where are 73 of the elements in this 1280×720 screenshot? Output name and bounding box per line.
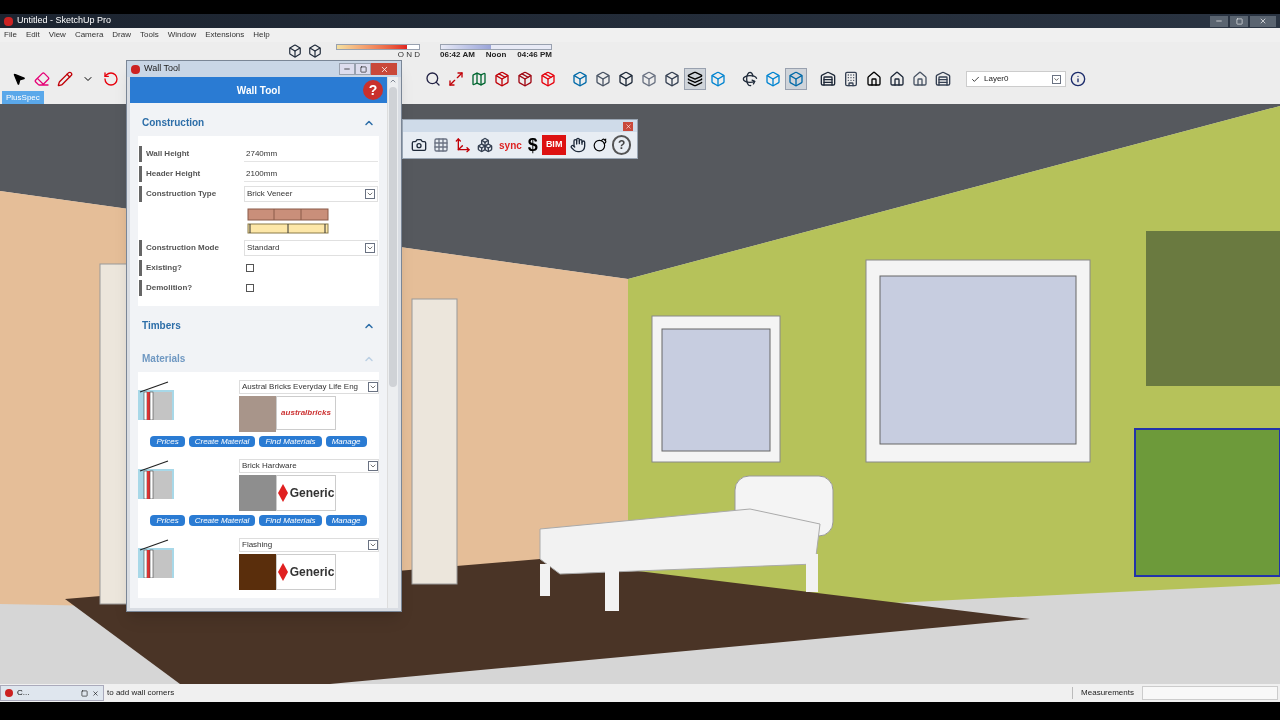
minimize-icon <box>1215 17 1223 25</box>
field-label: Construction Mode <box>146 242 219 254</box>
time-label: 04:46 PM <box>517 50 552 59</box>
restore-button[interactable] <box>1230 15 1248 27</box>
price-button[interactable]: $ <box>525 131 540 159</box>
section-heading[interactable]: Timbers <box>142 318 181 333</box>
menu-item[interactable]: Edit <box>25 29 40 41</box>
section-heading[interactable]: Construction <box>142 115 205 130</box>
minimized-window[interactable]: C... <box>0 685 104 701</box>
app-icon <box>4 16 13 26</box>
dropdown-caret-icon <box>1052 74 1061 84</box>
scroll-up-icon <box>389 77 397 85</box>
dropdown-caret-icon <box>368 461 378 471</box>
time-label: Noon <box>485 50 507 59</box>
field-label: Existing? <box>146 262 182 274</box>
app-icon <box>131 64 140 74</box>
close-icon <box>379 64 389 74</box>
time-slider-fill[interactable] <box>441 45 491 49</box>
sync-button[interactable]: sync <box>497 137 524 153</box>
close-button[interactable] <box>1250 15 1276 27</box>
dropdown-field[interactable]: Standard <box>244 240 378 256</box>
bim-button[interactable]: BIM <box>541 135 567 155</box>
brand-logo: Generic <box>289 485 335 502</box>
time-label: 06:42 AM <box>440 50 475 59</box>
brand-logo: Generic <box>289 564 335 581</box>
window-title: Wall Tool <box>144 62 180 76</box>
close-button[interactable] <box>623 121 633 131</box>
layer-dropdown[interactable]: Layer0 <box>966 71 1066 87</box>
check-icon <box>971 74 980 84</box>
measurements-label: Measurements <box>1072 687 1134 699</box>
field-label: Demolition? <box>146 282 193 294</box>
field-label: Header Height <box>146 168 201 180</box>
shadow-toggle-icon[interactable] <box>288 44 302 58</box>
menu-item[interactable]: Help <box>253 29 270 41</box>
menu-item[interactable]: Camera <box>74 29 104 41</box>
minimized-window-title: C... <box>17 687 30 699</box>
checkbox[interactable] <box>246 284 254 292</box>
minimize-icon <box>343 65 351 73</box>
status-hint: to add wall corners <box>107 687 175 699</box>
restore-icon <box>81 689 88 697</box>
measurements-field[interactable] <box>1142 686 1278 700</box>
menu-item[interactable]: View <box>48 29 66 41</box>
window-title: Untitled - SketchUp Pro <box>17 14 112 28</box>
month-slider-fill[interactable] <box>337 45 407 49</box>
panel-title: Wall Tool <box>236 83 281 98</box>
menu-item[interactable]: Window <box>167 29 197 41</box>
month-labels: O N D <box>397 50 420 59</box>
close-icon <box>92 689 99 697</box>
dropdown-field[interactable]: Brick Veneer <box>244 186 378 202</box>
brand-logo: australbricks <box>276 396 336 430</box>
close-icon <box>624 122 632 130</box>
dropdown-caret-icon <box>368 540 378 550</box>
close-icon <box>1259 17 1267 25</box>
field-label: Wall Height <box>146 148 190 160</box>
section-cube-icon[interactable] <box>785 68 807 90</box>
field-label: Construction Type <box>146 188 217 200</box>
help-button[interactable]: ? <box>363 80 383 100</box>
scrollbar[interactable] <box>387 77 398 608</box>
dropdown-caret-icon <box>368 382 378 392</box>
checkbox[interactable] <box>246 264 254 272</box>
menu-item[interactable]: File <box>4 29 17 41</box>
menu-item[interactable]: Extensions <box>205 29 245 41</box>
menu-item[interactable]: Tools <box>140 29 159 41</box>
fog-toggle-icon[interactable] <box>308 44 322 58</box>
maximize-icon <box>359 65 367 73</box>
restore-icon <box>1235 17 1243 25</box>
dropdown-caret-icon <box>365 243 375 253</box>
help-button[interactable]: ? <box>612 135 631 155</box>
dropdown-caret-icon <box>365 189 375 199</box>
close-button[interactable] <box>371 63 397 75</box>
app-icon <box>5 689 13 697</box>
minimize-button[interactable] <box>1210 15 1228 27</box>
menu-item[interactable]: Draw <box>112 29 131 41</box>
